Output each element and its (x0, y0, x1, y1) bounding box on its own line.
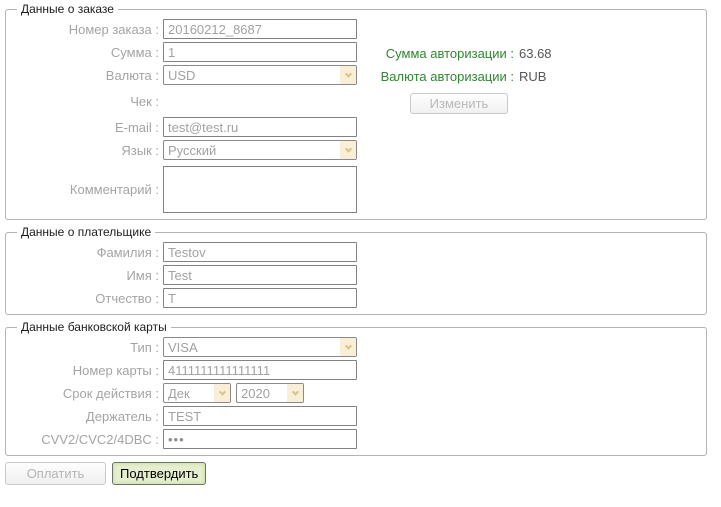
expiry-month-select[interactable]: Дек (163, 383, 231, 403)
currency-label: Валюта : (14, 68, 159, 83)
language-select[interactable]: Русский (163, 140, 357, 160)
holder-row: Держатель : (14, 406, 698, 426)
expiry-year-select[interactable]: 2020 (236, 383, 304, 403)
amount-input[interactable] (163, 42, 357, 62)
last-name-row: Фамилия : (14, 242, 698, 262)
card-type-select[interactable]: VISA (163, 337, 357, 357)
card-number-row: Номер карты : (14, 360, 698, 380)
pay-button[interactable]: Оплатить (5, 462, 106, 485)
cvv-row: CVV2/CVC2/4DBC : (14, 429, 698, 449)
expiry-row: Срок действия : Дек 2020 (14, 383, 698, 403)
auth-amount-row: Сумма авторизации : 63.68 (372, 46, 552, 61)
card-number-label: Номер карты : (14, 363, 159, 378)
middle-name-input[interactable] (163, 288, 357, 308)
language-row: Язык : Русский (14, 140, 698, 160)
first-name-input[interactable] (163, 265, 357, 285)
auth-amount-label: Сумма авторизации : (372, 46, 514, 61)
chevron-down-icon (214, 384, 230, 402)
payer-data-section: Данные о плательщике Фамилия : Имя : Отч… (5, 225, 707, 315)
order-data-section: Данные о заказе Номер заказа : Сумма : В… (5, 2, 707, 220)
order-number-row: Номер заказа : (14, 19, 698, 39)
email-row: E-mail : (14, 117, 698, 137)
card-type-row: Тип : VISA (14, 337, 698, 357)
currency-select-value: USD (164, 68, 340, 83)
comment-row: Комментарий : (14, 166, 698, 213)
comment-label: Комментарий : (14, 182, 159, 197)
chevron-down-icon (340, 66, 356, 84)
amount-row: Сумма : (14, 42, 698, 62)
action-buttons: Оплатить Подтвердить (5, 462, 721, 485)
first-name-row: Имя : (14, 265, 698, 285)
card-type-select-value: VISA (164, 340, 340, 355)
auth-currency-value: RUB (519, 69, 546, 84)
amount-label: Сумма : (14, 45, 159, 60)
chevron-down-icon (340, 141, 356, 159)
last-name-input[interactable] (163, 242, 357, 262)
card-type-label: Тип : (14, 340, 159, 355)
expiry-label: Срок действия : (14, 386, 159, 401)
card-number-input[interactable] (163, 360, 357, 380)
expiry-year-value: 2020 (237, 386, 287, 401)
receipt-label: Чек : (14, 94, 159, 109)
last-name-label: Фамилия : (14, 245, 159, 260)
change-button[interactable]: Изменить (410, 93, 508, 114)
first-name-label: Имя : (14, 268, 159, 283)
cvv-label: CVV2/CVC2/4DBC : (14, 432, 159, 447)
currency-select[interactable]: USD (163, 65, 357, 85)
expiry-month-value: Дек (164, 386, 214, 401)
email-label: E-mail : (14, 120, 159, 135)
auth-currency-label: Валюта авторизации : (372, 69, 514, 84)
card-data-section: Данные банковской карты Тип : VISA Номер… (5, 320, 707, 456)
payer-section-legend: Данные о плательщике (17, 225, 155, 239)
order-number-input[interactable] (163, 19, 357, 39)
holder-input[interactable] (163, 406, 357, 426)
cvv-input[interactable] (163, 429, 357, 449)
holder-label: Держатель : (14, 409, 159, 424)
auth-currency-row: Валюта авторизации : RUB (372, 69, 552, 84)
card-section-legend: Данные банковской карты (17, 320, 171, 334)
order-section-legend: Данные о заказе (17, 2, 118, 16)
middle-name-label: Отчество : (14, 291, 159, 306)
chevron-down-icon (287, 384, 303, 402)
receipt-row: Чек : (14, 92, 698, 110)
confirm-button[interactable]: Подтвердить (112, 462, 206, 485)
order-number-label: Номер заказа : (14, 22, 159, 37)
email-input[interactable] (163, 117, 357, 137)
language-label: Язык : (14, 143, 159, 158)
currency-row: Валюта : USD (14, 65, 698, 85)
authorization-panel: Сумма авторизации : 63.68 Валюта авториз… (372, 46, 552, 114)
comment-textarea[interactable] (163, 166, 357, 213)
auth-amount-value: 63.68 (519, 46, 552, 61)
chevron-down-icon (340, 338, 356, 356)
language-select-value: Русский (164, 143, 340, 158)
middle-name-row: Отчество : (14, 288, 698, 308)
